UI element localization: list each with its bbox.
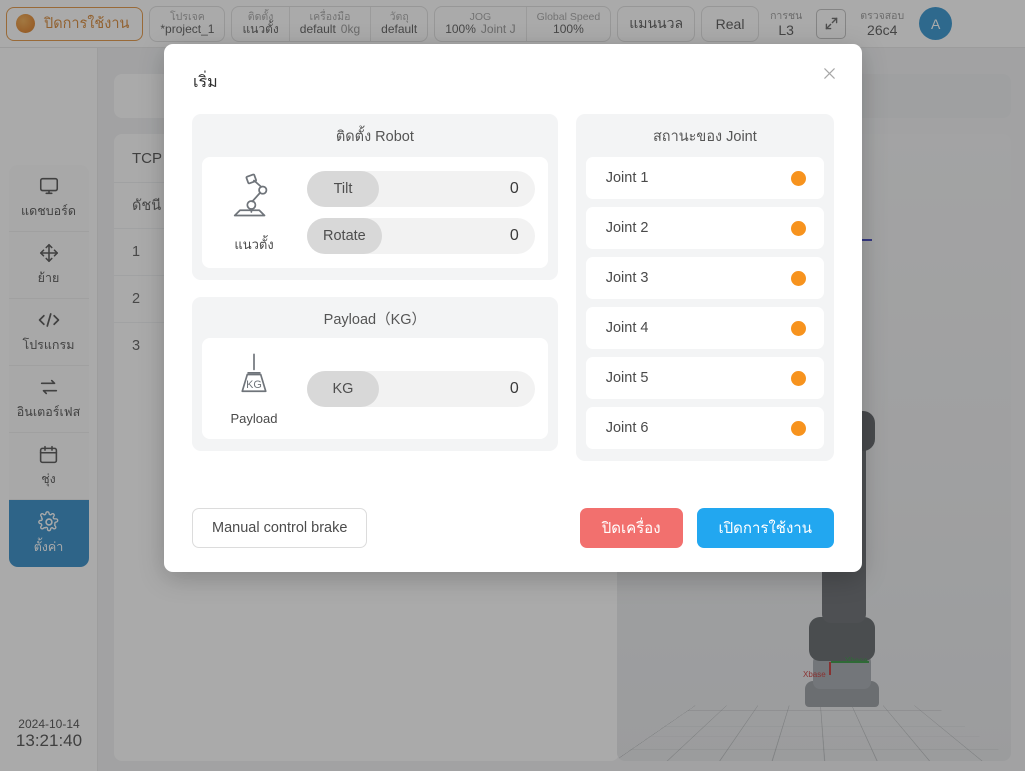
payload-kg-label: KG	[307, 371, 379, 407]
joint-label: Joint 5	[606, 370, 649, 386]
robot-install-title: ติดตั้ง Robot	[202, 125, 548, 148]
payload-caption: Payload	[231, 411, 278, 426]
robot-install-inner: แนวตั้ง Tilt 0 Rotate 0	[202, 157, 548, 268]
status-badge	[791, 421, 806, 436]
dialog-body: ติดตั้ง Robot แนวตั้ง Tilt 0 Rotate 0 Pa…	[192, 114, 834, 462]
robot-install-fields: Tilt 0 Rotate 0	[307, 171, 535, 254]
payload-weight-icon: KG	[227, 351, 281, 408]
payload-icon-column: KG Payload	[215, 351, 293, 426]
svg-text:KG: KG	[246, 379, 262, 391]
joint-label: Joint 2	[606, 220, 649, 236]
enable-button[interactable]: เปิดการใช้งาน	[697, 508, 834, 548]
list-item[interactable]: Joint 5	[586, 357, 824, 399]
rotate-value: 0	[510, 227, 519, 245]
joint-label: Joint 4	[606, 320, 649, 336]
joint-status-title: สถานะของ Joint	[586, 125, 824, 148]
status-badge	[791, 171, 806, 186]
payload-kg-field[interactable]: KG 0	[307, 371, 535, 407]
joint-status-panel: สถานะของ Joint Joint 1 Joint 2 Joint 3 J…	[576, 114, 834, 461]
rotate-field[interactable]: Rotate 0	[307, 218, 535, 254]
joint-label: Joint 3	[606, 270, 649, 286]
list-item[interactable]: Joint 3	[586, 257, 824, 299]
manual-control-brake-button[interactable]: Manual control brake	[192, 508, 367, 548]
payload-fields: KG 0	[307, 371, 535, 407]
status-badge	[791, 321, 806, 336]
joint-label: Joint 1	[606, 170, 649, 186]
joint-list: Joint 1 Joint 2 Joint 3 Joint 4 Joint 5 …	[586, 157, 824, 449]
list-item[interactable]: Joint 1	[586, 157, 824, 199]
close-icon[interactable]	[816, 60, 842, 86]
payload-panel: Payload（KG） KG Payload KG 0	[192, 297, 558, 451]
list-item[interactable]: Joint 4	[586, 307, 824, 349]
shutdown-button[interactable]: ปิดเครื่อง	[580, 508, 683, 548]
robot-install-caption: แนวตั้ง	[234, 234, 273, 255]
robot-arm-icon	[226, 170, 282, 231]
joint-label: Joint 6	[606, 420, 649, 436]
payload-title: Payload（KG）	[202, 308, 548, 329]
startup-dialog: เริ่ม ติดตั้ง Robot แนวตั้ง Tilt 0 Rotat…	[164, 44, 862, 572]
tilt-field[interactable]: Tilt 0	[307, 171, 535, 207]
status-badge	[791, 221, 806, 236]
payload-inner: KG Payload KG 0	[202, 338, 548, 439]
tilt-value: 0	[510, 180, 519, 198]
app-root: ปิดการใช้งาน โปรเจค *project_1 ติดตั้ง แ…	[0, 0, 1025, 771]
robot-install-panel: ติดตั้ง Robot แนวตั้ง Tilt 0 Rotate 0	[192, 114, 558, 280]
status-badge	[791, 271, 806, 286]
tilt-label: Tilt	[307, 171, 379, 207]
payload-kg-value: 0	[510, 380, 519, 398]
list-item[interactable]: Joint 2	[586, 207, 824, 249]
dialog-title: เริ่ม	[193, 70, 218, 95]
footer-actions: ปิดเครื่อง เปิดการใช้งาน	[580, 508, 834, 548]
status-badge	[791, 371, 806, 386]
dialog-footer: Manual control brake ปิดเครื่อง เปิดการใ…	[192, 508, 834, 548]
left-column: ติดตั้ง Robot แนวตั้ง Tilt 0 Rotate 0 Pa…	[192, 114, 558, 462]
list-item[interactable]: Joint 6	[586, 407, 824, 449]
rotate-label: Rotate	[307, 218, 382, 254]
robot-install-icon-column: แนวตั้ง	[215, 170, 293, 255]
right-column: สถานะของ Joint Joint 1 Joint 2 Joint 3 J…	[576, 114, 834, 462]
